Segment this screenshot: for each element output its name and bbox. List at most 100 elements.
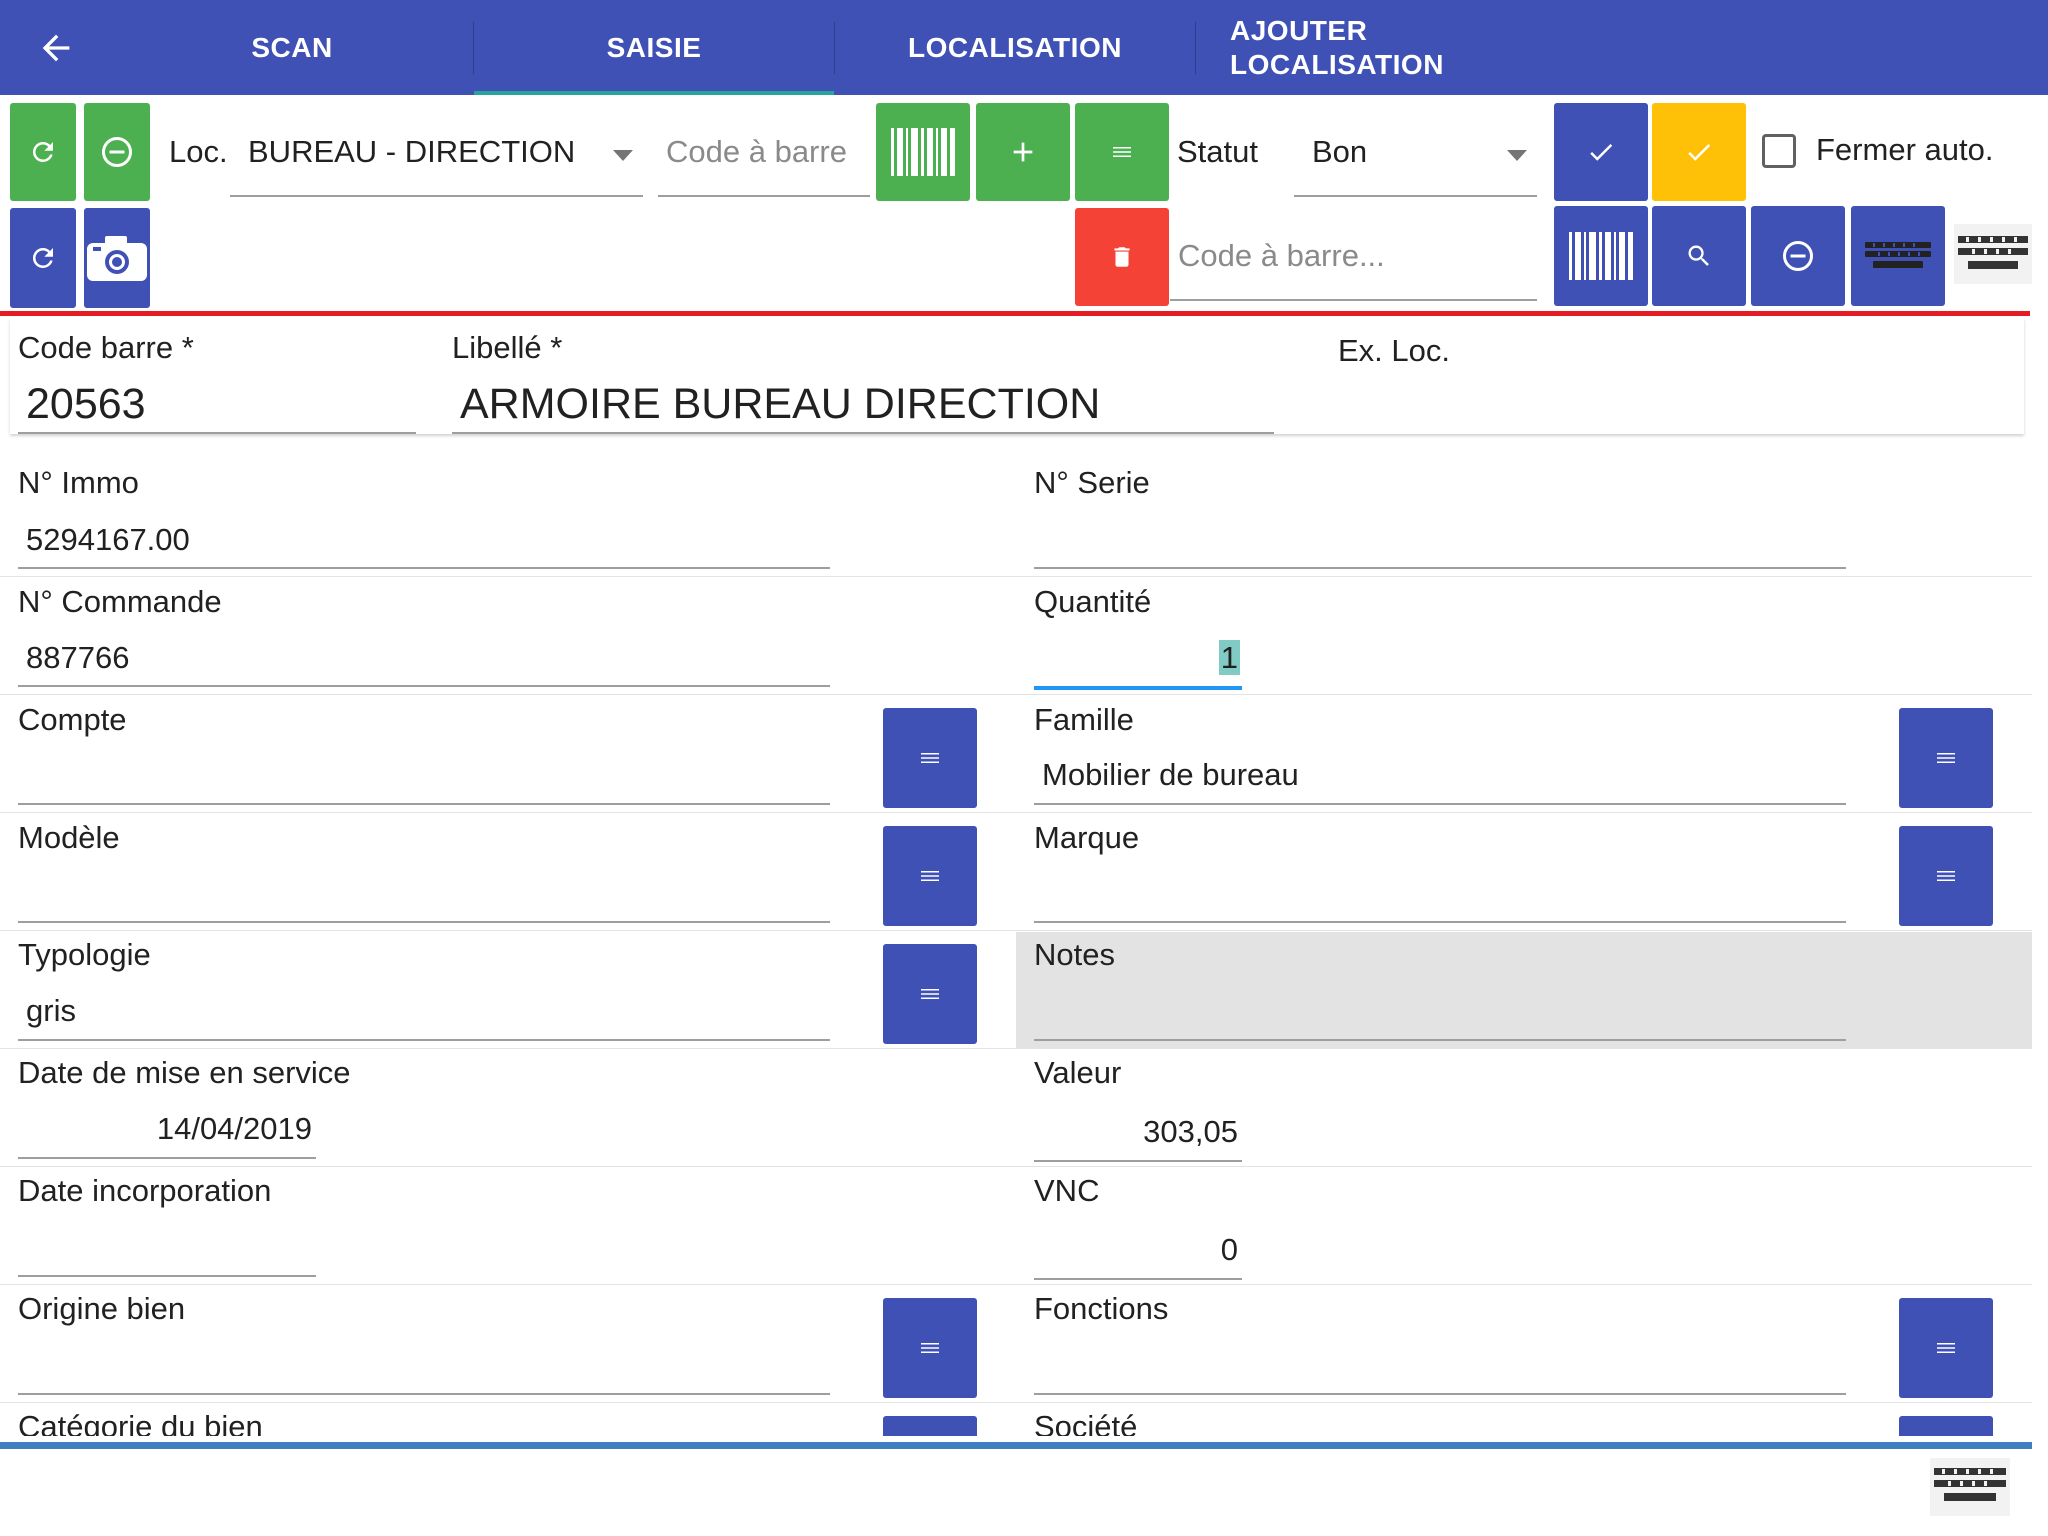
row-separator [0, 576, 2032, 577]
categorie-list-button[interactable] [883, 1416, 977, 1436]
fermer-auto-label: Fermer auto. [1816, 132, 1994, 167]
quantite-field[interactable]: 1 [1034, 640, 1240, 676]
valeur-field[interactable]: 303,05 [1034, 1114, 1238, 1150]
clear-location-button[interactable] [84, 103, 150, 201]
menu-icon [921, 753, 939, 763]
code-barre-label: Code barre * [18, 330, 194, 365]
compte-label: Compte [18, 702, 127, 737]
keyboard-button[interactable] [1851, 206, 1945, 306]
date-incorporation-underline [18, 1275, 316, 1277]
check-icon [1590, 143, 1613, 161]
delete-button[interactable] [1075, 208, 1169, 306]
tab-label-line1: AJOUTER [1230, 14, 1368, 46]
chevron-down-icon [613, 150, 633, 161]
typologie-list-button[interactable] [883, 944, 977, 1044]
search-button[interactable] [1652, 206, 1746, 306]
valeur-underline [1034, 1160, 1242, 1162]
validate-button[interactable] [1554, 103, 1648, 201]
tab-localisation[interactable]: LOCALISATION [835, 0, 1195, 95]
barcode-icon [891, 128, 955, 176]
add-button[interactable] [976, 103, 1070, 201]
remove-circle-icon [102, 137, 132, 167]
modele-label: Modèle [18, 820, 120, 855]
active-tab-indicator [474, 91, 834, 95]
statut-label: Statut [1177, 134, 1258, 169]
back-button[interactable] [28, 20, 84, 76]
remove-circle-icon [1783, 241, 1813, 271]
commande-field[interactable]: 887766 [26, 640, 129, 676]
menu-icon [921, 989, 939, 999]
tab-label-line2: LOCALISATION [1230, 48, 1444, 80]
quantite-focus-underline [1034, 686, 1242, 690]
menu-icon [1937, 871, 1955, 881]
row-separator [0, 930, 2032, 931]
immo-label: N° Immo [18, 465, 139, 500]
statut-select-value[interactable]: Bon [1312, 134, 1367, 170]
scan-barcode-button[interactable] [876, 103, 970, 201]
refresh-icon [32, 141, 53, 162]
camera-button[interactable] [84, 208, 150, 308]
refresh-button[interactable] [10, 103, 76, 201]
tab-saisie[interactable]: SAISIE [474, 0, 834, 95]
list-menu-button[interactable] [1075, 103, 1169, 201]
date-service-label: Date de mise en service [18, 1055, 351, 1090]
marque-list-button[interactable] [1899, 826, 1993, 926]
menu-icon [921, 871, 939, 881]
famille-field[interactable]: Mobilier de bureau [1042, 757, 1299, 793]
tab-ajouter-localisation[interactable]: AJOUTER LOCALISATION [1230, 0, 1530, 95]
scroll-clip-area: Catégorie du bien Société [0, 1410, 2040, 1436]
date-service-field[interactable]: 14/04/2019 [18, 1111, 312, 1147]
categorie-label: Catégorie du bien [18, 1410, 263, 1436]
loc-select-value[interactable]: BUREAU - DIRECTION [248, 134, 575, 170]
tab-scan[interactable]: SCAN [110, 0, 474, 95]
marque-underline [1034, 921, 1846, 923]
vnc-field[interactable]: 0 [1034, 1232, 1238, 1268]
keyboard-icon [1865, 242, 1931, 268]
quantite-label: Quantité [1034, 584, 1152, 619]
code-barre-field[interactable]: 20563 [26, 380, 146, 429]
libelle-underline [452, 432, 1274, 434]
validate-all-button[interactable] [1652, 103, 1746, 201]
search-barcode-input[interactable]: Code à barre... [1178, 238, 1385, 274]
fermer-auto-checkbox[interactable] [1762, 134, 1796, 168]
tab-separator [1195, 22, 1196, 74]
app-bar: SCAN SAISIE LOCALISATION AJOUTER LOCALIS… [0, 0, 2048, 95]
libelle-field[interactable]: ARMOIRE BUREAU DIRECTION [460, 380, 1100, 429]
immo-field[interactable]: 5294167.00 [26, 522, 190, 558]
keyboard-icon [1954, 224, 2032, 284]
compte-list-button[interactable] [883, 708, 977, 808]
typologie-field[interactable]: gris [26, 993, 76, 1029]
statut-select-underline [1294, 195, 1537, 197]
origine-underline [18, 1393, 830, 1395]
bottom-divider [0, 1442, 2032, 1449]
loc-select-underline [230, 195, 643, 197]
toolbar-divider [0, 311, 2030, 316]
serie-label: N° Serie [1034, 465, 1150, 500]
bottom-keyboard-toggle[interactable] [1930, 1458, 2010, 1516]
libelle-label: Libellé * [452, 330, 563, 365]
camera-icon [87, 236, 147, 281]
search-icon [1688, 245, 1709, 266]
row-separator [0, 1402, 2032, 1403]
refresh-list-button[interactable] [10, 208, 76, 308]
famille-list-button[interactable] [1899, 708, 1993, 808]
typologie-underline [18, 1039, 830, 1041]
modele-list-button[interactable] [883, 826, 977, 926]
commande-label: N° Commande [18, 584, 222, 619]
scan-search-button[interactable] [1554, 206, 1648, 306]
serie-underline [1034, 567, 1846, 569]
vnc-underline [1034, 1278, 1242, 1280]
origine-list-button[interactable] [883, 1298, 977, 1398]
fonctions-list-button[interactable] [1899, 1298, 1993, 1398]
clear-search-button[interactable] [1751, 206, 1845, 306]
societe-label: Société [1034, 1410, 1138, 1436]
keyboard-toggle-icon[interactable] [1954, 224, 2032, 284]
ex-loc-label: Ex. Loc. [1338, 333, 1450, 368]
barcode-icon [1569, 232, 1633, 280]
famille-label: Famille [1034, 702, 1134, 737]
societe-list-button[interactable] [1899, 1416, 1993, 1436]
barcode-input[interactable]: Code à barre [666, 134, 847, 170]
immo-underline [18, 567, 830, 569]
arrow-back-icon [42, 34, 70, 62]
menu-icon [1937, 753, 1955, 763]
